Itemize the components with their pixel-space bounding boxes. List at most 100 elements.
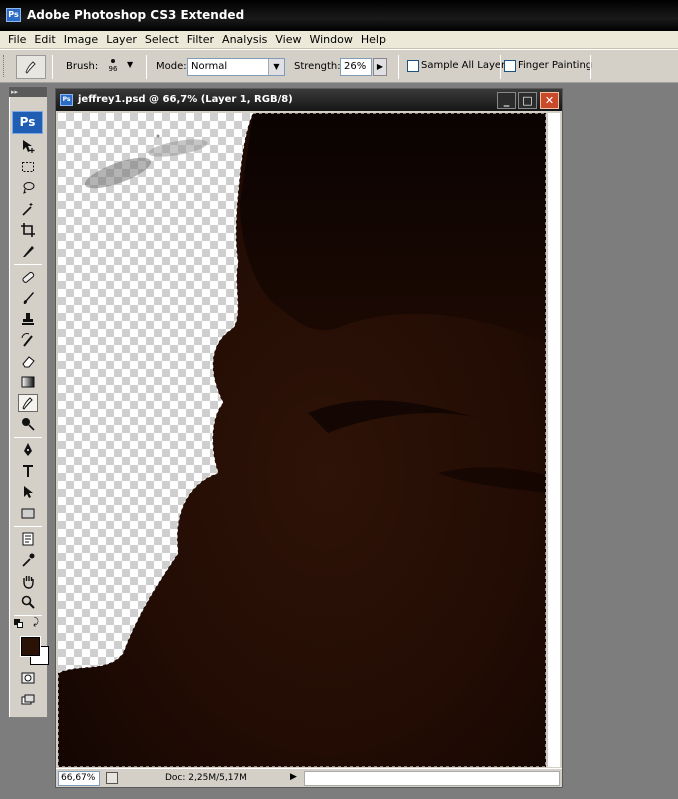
- move-tool[interactable]: [18, 137, 38, 155]
- zoom-level-field[interactable]: 66,67%: [58, 771, 100, 786]
- dodge-tool[interactable]: [18, 415, 38, 433]
- lasso-tool[interactable]: [18, 179, 38, 197]
- photoshop-logo[interactable]: Ps: [12, 111, 43, 134]
- brush-tip-icon: [111, 59, 115, 63]
- status-info-icon[interactable]: [106, 772, 118, 784]
- menu-filter[interactable]: Filter: [183, 33, 218, 46]
- menu-window[interactable]: Window: [305, 33, 356, 46]
- default-colors-icon[interactable]: [14, 619, 23, 628]
- document-titlebar[interactable]: Ps jeffrey1.psd @ 66,7% (Layer 1, RGB/8)…: [56, 89, 562, 111]
- healing-brush-tool[interactable]: [18, 268, 38, 286]
- options-separator: [398, 55, 399, 79]
- eraser-icon: [22, 356, 35, 368]
- lasso-icon: [23, 182, 35, 194]
- pen-tool[interactable]: [18, 441, 38, 459]
- status-menu-arrow-icon[interactable]: ▶: [290, 772, 297, 782]
- quick-mask-icon: [21, 672, 35, 684]
- eraser-tool[interactable]: [18, 352, 38, 370]
- hand-tool[interactable]: [18, 572, 38, 590]
- brush-size: 96: [108, 65, 118, 73]
- notes-tool[interactable]: [18, 530, 38, 548]
- foreground-color-swatch[interactable]: [20, 636, 41, 657]
- toolbox-collapse-handle[interactable]: ▸▸: [9, 87, 47, 97]
- close-button[interactable]: ✕: [540, 92, 559, 109]
- hand-icon: [23, 576, 34, 589]
- sample-all-layers-checkbox[interactable]: [407, 60, 419, 72]
- minimize-button[interactable]: _: [497, 92, 516, 109]
- brush-tool[interactable]: [18, 289, 38, 307]
- history-brush-tool[interactable]: [18, 331, 38, 349]
- menu-image[interactable]: Image: [60, 33, 102, 46]
- quick-mask-toggle[interactable]: [18, 669, 38, 687]
- options-separator: [52, 55, 53, 79]
- gradient-tool[interactable]: [18, 373, 38, 391]
- toolbox: ▸▸ Ps ⤸: [8, 86, 49, 718]
- smudge-marks: [84, 134, 208, 189]
- sample-all-layers-label: Sample All Layers: [421, 60, 511, 71]
- mode-select[interactable]: Normal ▼: [187, 58, 285, 76]
- strength-label: Strength:: [294, 61, 341, 72]
- rectangle-shape-icon: [21, 508, 35, 519]
- slice-tool[interactable]: [18, 242, 38, 260]
- screen-mode-icon: [21, 694, 35, 705]
- move-icon: [23, 140, 35, 153]
- tool-preset-picker[interactable]: [16, 55, 46, 79]
- maximize-button[interactable]: □: [518, 92, 537, 109]
- toolbox-separator: [14, 264, 42, 265]
- crop-tool[interactable]: [18, 221, 38, 239]
- menu-select[interactable]: Select: [141, 33, 183, 46]
- history-brush-icon: [21, 333, 33, 347]
- smudge-icon: [25, 61, 36, 74]
- document-size-info: Doc: 2,25M/5,17M: [165, 773, 247, 783]
- finger-painting-checkbox[interactable]: [504, 60, 516, 72]
- swap-colors-icon[interactable]: ⤸: [33, 617, 39, 628]
- vertical-scrollbar[interactable]: [547, 113, 560, 767]
- gradient-icon: [21, 376, 35, 388]
- options-bar-grip[interactable]: [3, 55, 6, 77]
- marquee-tool[interactable]: [18, 158, 38, 176]
- menu-bar: File Edit Image Layer Select Filter Anal…: [0, 31, 678, 49]
- options-separator: [500, 55, 501, 79]
- magnifier-icon: [21, 595, 35, 609]
- brush-preset-picker[interactable]: 96: [104, 56, 122, 80]
- horizontal-scrollbar[interactable]: [304, 771, 560, 786]
- menu-file[interactable]: File: [4, 33, 30, 46]
- smudge-icon: [22, 397, 33, 410]
- menu-edit[interactable]: Edit: [30, 33, 59, 46]
- eyedropper-tool[interactable]: [18, 551, 38, 569]
- menu-analysis[interactable]: Analysis: [218, 33, 271, 46]
- clone-stamp-tool[interactable]: [18, 310, 38, 328]
- photoshop-app-icon: Ps: [6, 8, 21, 22]
- quick-selection-tool[interactable]: [18, 200, 38, 218]
- type-tool[interactable]: [18, 462, 38, 480]
- menu-layer[interactable]: Layer: [102, 33, 141, 46]
- stamp-icon: [22, 313, 34, 325]
- shape-tool[interactable]: [18, 504, 38, 522]
- options-separator: [146, 55, 147, 79]
- screen-mode-button[interactable]: [18, 691, 38, 709]
- toolbox-separator: [14, 526, 42, 527]
- hair-region: [240, 113, 546, 343]
- crop-icon: [21, 223, 35, 237]
- strength-input[interactable]: 26%: [340, 58, 372, 76]
- document-title: jeffrey1.psd @ 66,7% (Layer 1, RGB/8): [78, 94, 293, 105]
- path-selection-icon: [24, 486, 33, 498]
- menu-view[interactable]: View: [271, 33, 305, 46]
- app-title: Adobe Photoshop CS3 Extended: [27, 8, 245, 22]
- strength-slider-button[interactable]: ▶: [373, 58, 387, 76]
- options-separator: [590, 55, 591, 79]
- smudge-tool[interactable]: [18, 394, 38, 412]
- notes-icon: [22, 532, 34, 546]
- brush-dropdown-arrow-icon[interactable]: ▼: [127, 60, 133, 69]
- menu-help[interactable]: Help: [357, 33, 390, 46]
- path-selection-tool[interactable]: [18, 483, 38, 501]
- bandage-icon: [22, 271, 35, 283]
- dodge-icon: [22, 418, 35, 431]
- rectangular-marquee-icon: [22, 162, 34, 172]
- options-bar: Brush: 96 ▼ Mode: Normal ▼ Strength: 26%…: [0, 49, 678, 83]
- toolbox-separator: [14, 437, 42, 438]
- zoom-tool[interactable]: [18, 593, 38, 611]
- document-window: Ps jeffrey1.psd @ 66,7% (Layer 1, RGB/8)…: [55, 88, 563, 788]
- document-canvas[interactable]: [58, 113, 546, 767]
- photo-layer: [58, 113, 546, 767]
